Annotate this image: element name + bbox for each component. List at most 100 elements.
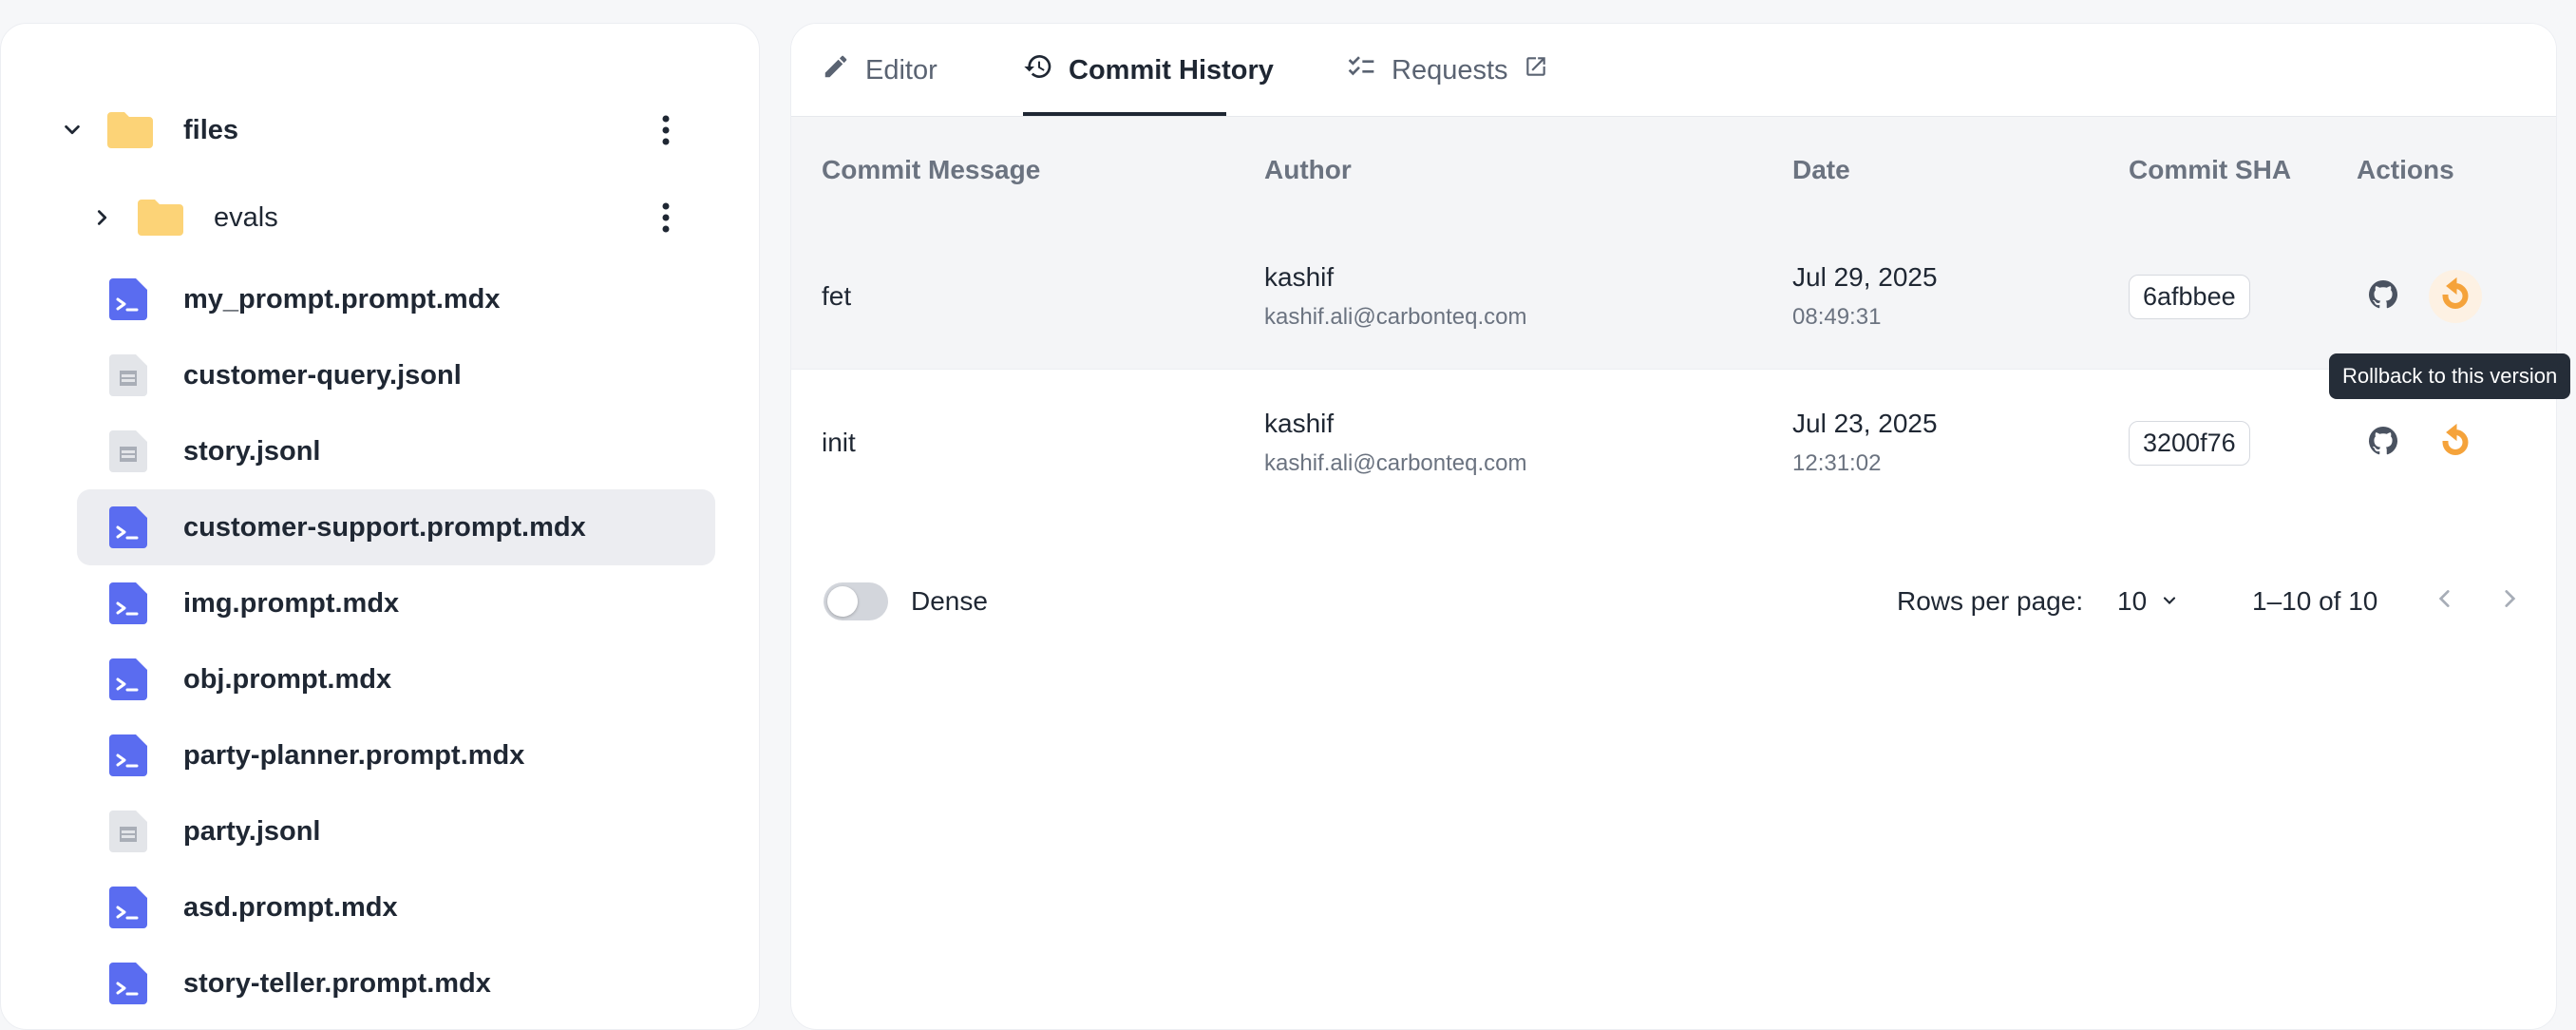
- jsonl-file-icon: [109, 354, 147, 396]
- column-header-actions: Actions: [2357, 155, 2454, 184]
- author-email: kashif.ali@carbonteq.com: [1264, 304, 1527, 330]
- prompt-file-icon: [109, 278, 147, 320]
- tree-folder-files[interactable]: files: [58, 92, 685, 168]
- github-button[interactable]: [2357, 270, 2410, 323]
- prompt-file-icon: [109, 658, 147, 700]
- tab-commit-history[interactable]: Commit History: [1023, 24, 1274, 117]
- rollback-tooltip: Rollback to this version: [2329, 353, 2571, 399]
- tree-folder-evals[interactable]: evals: [88, 180, 685, 256]
- tab-requests-label: Requests: [1392, 54, 1508, 86]
- dense-toggle[interactable]: [824, 582, 888, 620]
- commit-sha-chip[interactable]: 3200f76: [2129, 420, 2250, 466]
- author-cell: kashif kashif.ali@carbonteq.com: [1264, 223, 1527, 370]
- column-header-date[interactable]: Date: [1792, 117, 1850, 223]
- commit-message: fet: [822, 281, 852, 311]
- chevron-right-icon[interactable]: [88, 203, 117, 232]
- tree-file-item-selected[interactable]: customer-support.prompt.mdx: [77, 489, 715, 565]
- table-row[interactable]: fet kashif kashif.ali@carbonteq.com Jul …: [791, 223, 2556, 370]
- folder-icon: [105, 110, 155, 150]
- chevron-down-icon: [2160, 586, 2179, 617]
- history-icon: [1023, 51, 1053, 89]
- tab-editor-label: Editor: [865, 54, 938, 86]
- rows-per-page-label: Rows per page:: [1897, 586, 2084, 616]
- tree-file-label: party-planner.prompt.mdx: [183, 739, 525, 771]
- dense-label: Dense: [911, 586, 988, 616]
- more-vertical-icon[interactable]: [647, 199, 685, 237]
- tree-file-item[interactable]: party-planner.prompt.mdx: [77, 717, 715, 793]
- tab-bar: Editor Commit History Requests: [791, 24, 2556, 117]
- table-header: Commit Message Author Date Commit SHA Ac…: [791, 117, 2556, 223]
- previous-page-button[interactable]: [2433, 556, 2457, 647]
- table-row[interactable]: init kashif kashif.ali@carbonteq.com Jul…: [791, 370, 2556, 516]
- active-tab-indicator: [1023, 112, 1226, 116]
- tab-commit-history-label: Commit History: [1069, 54, 1274, 86]
- prompt-file-icon: [109, 506, 147, 548]
- jsonl-file-icon: [109, 430, 147, 472]
- tree-file-item[interactable]: party.jsonl: [77, 793, 715, 869]
- commit-sha-chip[interactable]: 6afbbee: [2129, 274, 2250, 319]
- rollback-icon: [2438, 423, 2472, 463]
- tree-file-label: customer-support.prompt.mdx: [183, 511, 586, 543]
- rollback-button[interactable]: [2429, 270, 2482, 323]
- date-cell: Jul 23, 2025 12:31:02: [1792, 370, 1938, 516]
- next-page-button[interactable]: [2497, 556, 2522, 647]
- commit-message-cell: fet: [822, 223, 851, 370]
- rollback-button[interactable]: [2429, 416, 2482, 469]
- tree-file-item[interactable]: img.prompt.mdx: [77, 565, 715, 641]
- rollback-icon: [2438, 277, 2472, 316]
- tree-folder-label: evals: [214, 201, 278, 233]
- external-link-icon: [1524, 54, 1548, 86]
- tree-file-item[interactable]: story.jsonl: [77, 413, 715, 489]
- commit-message-cell: init: [822, 370, 856, 516]
- toggle-knob: [827, 586, 858, 617]
- commit-date: Jul 29, 2025: [1792, 262, 1938, 292]
- tab-requests[interactable]: Requests: [1346, 24, 1548, 117]
- jsonl-file-icon: [109, 811, 147, 852]
- checklist-icon: [1346, 51, 1376, 89]
- folder-icon: [136, 198, 185, 238]
- tree-file-label: my_prompt.prompt.mdx: [183, 283, 501, 315]
- table-footer: Dense Rows per page: 10 1–10 of 10: [791, 556, 2556, 647]
- chevron-right-icon: [2497, 586, 2522, 618]
- commit-date: Jul 23, 2025: [1792, 409, 1938, 438]
- tree-file-label: story-teller.prompt.mdx: [183, 967, 491, 999]
- author-cell: kashif kashif.ali@carbonteq.com: [1264, 370, 1527, 516]
- tree-file-item[interactable]: my_prompt.prompt.mdx: [77, 261, 715, 337]
- tree-file-label: img.prompt.mdx: [183, 587, 400, 619]
- sha-cell: 6afbbee: [2129, 223, 2250, 370]
- tree-file-item[interactable]: obj.prompt.mdx: [77, 641, 715, 717]
- prompt-file-icon: [109, 582, 147, 624]
- chevron-left-icon: [2433, 586, 2457, 618]
- tree-file-label: story.jsonl: [183, 435, 321, 467]
- column-header-author[interactable]: Author: [1264, 117, 1352, 223]
- tree-folder-label: files: [183, 114, 239, 145]
- more-vertical-icon[interactable]: [647, 111, 685, 149]
- date-cell: Jul 29, 2025 08:49:31: [1792, 223, 1938, 370]
- github-button[interactable]: [2357, 416, 2410, 469]
- commit-history-panel: Editor Commit History Requests Commit Me…: [790, 23, 2557, 1030]
- tab-editor[interactable]: Editor: [822, 24, 938, 117]
- tree-file-item[interactable]: story-teller.prompt.mdx: [77, 945, 715, 1021]
- file-tree-panel: files evals my_prompt.prompt.mdx custome…: [0, 23, 760, 1030]
- commit-message: init: [822, 428, 856, 457]
- pagination-range: 1–10 of 10: [2252, 586, 2378, 616]
- commit-time: 08:49:31: [1792, 304, 1882, 330]
- tree-file-label: asd.prompt.mdx: [183, 891, 398, 923]
- sha-cell: 3200f76: [2129, 370, 2250, 516]
- tree-file-item[interactable]: asd.prompt.mdx: [77, 869, 715, 945]
- tree-file-label: party.jsonl: [183, 815, 321, 847]
- column-header-message[interactable]: Commit Message: [822, 117, 1040, 223]
- commit-time: 12:31:02: [1792, 450, 1882, 476]
- rows-per-page-select[interactable]: 10: [2117, 556, 2179, 647]
- prompt-file-icon: [109, 734, 147, 776]
- tree-file-label: obj.prompt.mdx: [183, 663, 392, 695]
- tree-file-label: customer-query.jsonl: [183, 359, 462, 391]
- column-header-sha[interactable]: Commit SHA: [2129, 117, 2291, 223]
- tree-file-item[interactable]: customer-query.jsonl: [77, 337, 715, 413]
- github-icon: [2366, 424, 2400, 463]
- prompt-file-icon: [109, 887, 147, 928]
- chevron-down-icon[interactable]: [58, 116, 86, 144]
- pencil-icon: [822, 52, 850, 88]
- author-email: kashif.ali@carbonteq.com: [1264, 450, 1527, 476]
- prompt-file-icon: [109, 963, 147, 1004]
